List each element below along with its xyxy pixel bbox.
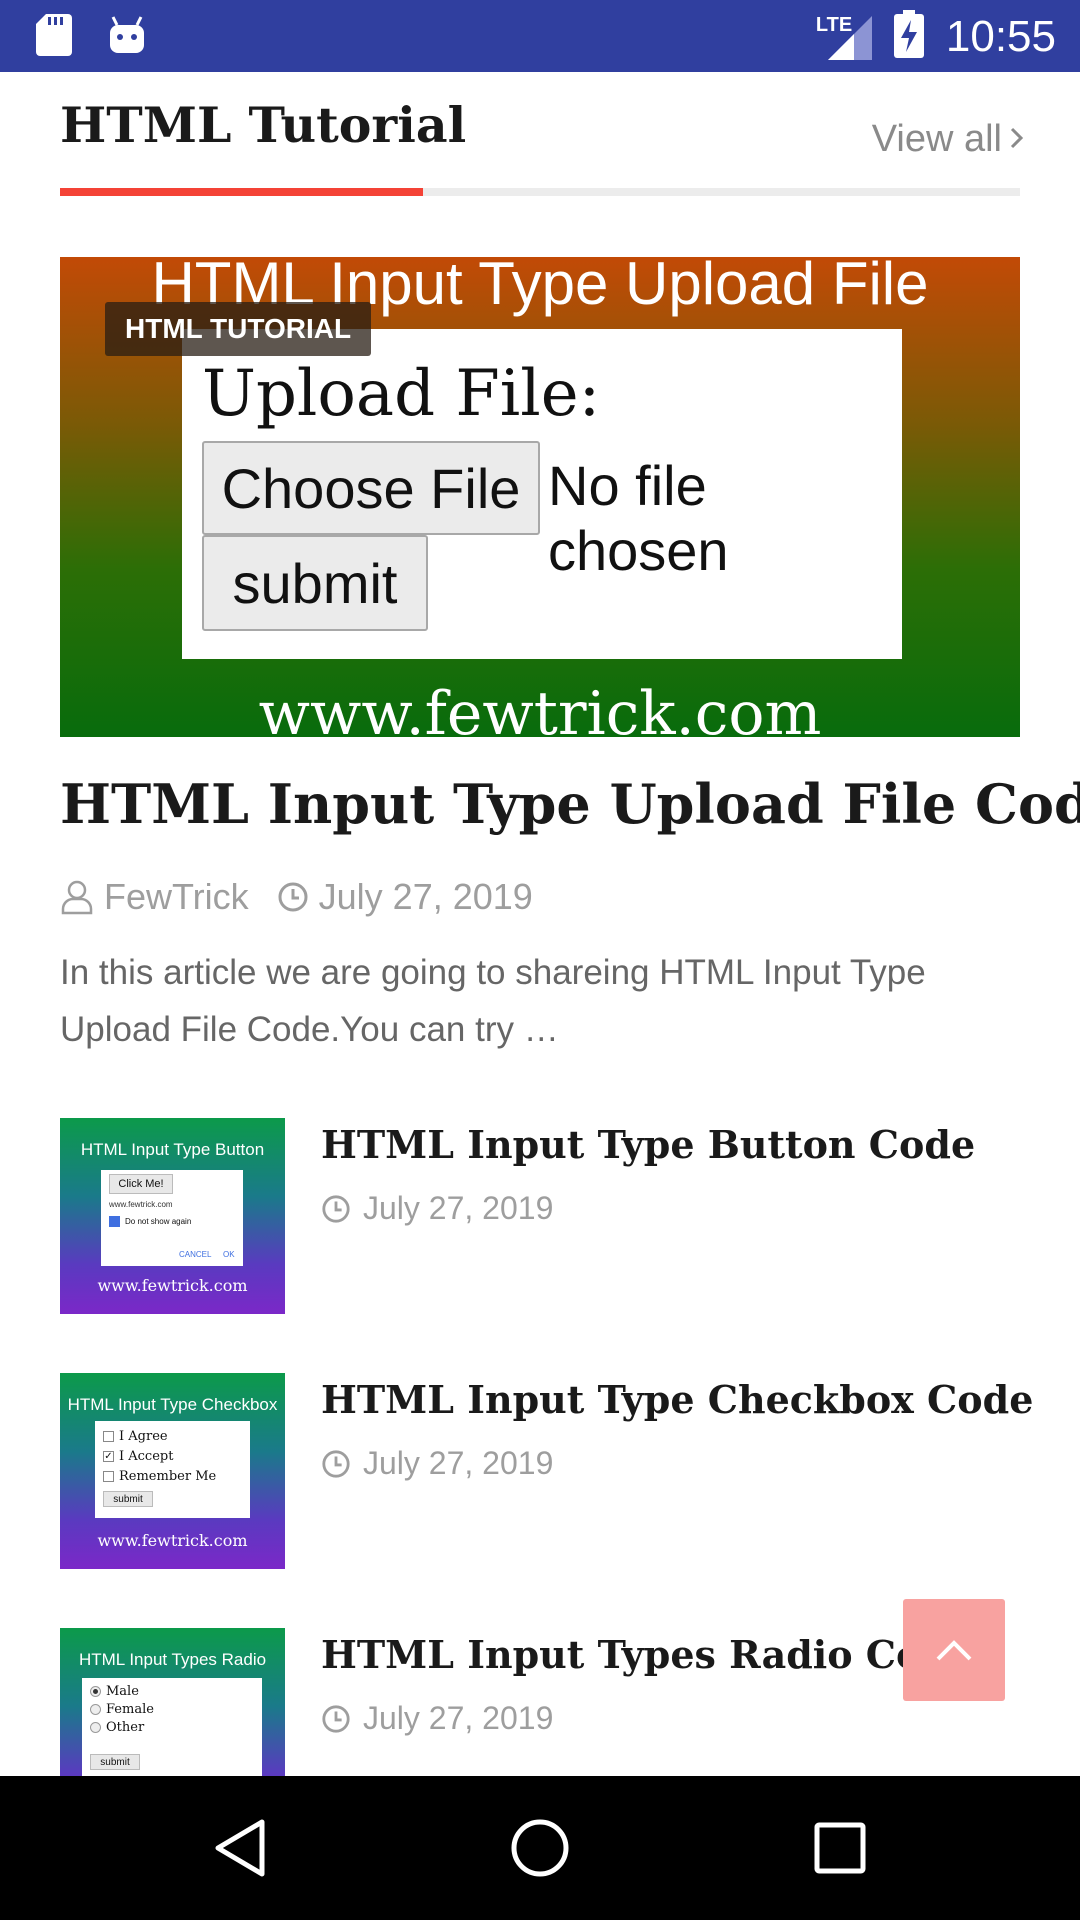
clock-icon (321, 1449, 351, 1479)
sd-card-icon (36, 14, 72, 61)
clock-icon (321, 1704, 351, 1734)
section-title: HTML Tutorial (60, 96, 467, 154)
chevron-up-icon (934, 1638, 974, 1662)
author-name[interactable]: FewTrick (104, 876, 249, 918)
thumb-site-small: www.fewtrick.com (109, 1200, 173, 1209)
thumb-submit: submit (90, 1754, 140, 1770)
thumb-panel: Click Me! www.fewtrick.com Do not show a… (101, 1170, 243, 1266)
featured-image-submit: submit (202, 535, 428, 631)
list-item[interactable]: HTML Input Type Checkbox I Agree ✓ I Acce… (60, 1373, 1033, 1569)
clock-icon (321, 1194, 351, 1224)
featured-post-excerpt: In this article we are going to shareing… (60, 953, 926, 1049)
thumb-cancel: CANCEL (179, 1250, 212, 1259)
thumb-check-label: Do not show again (125, 1217, 192, 1226)
post-date: July 27, 2019 (318, 876, 533, 917)
user-icon (60, 879, 94, 915)
thumb-option-label: Remember Me (119, 1469, 217, 1484)
featured-post-meta: FewTrick July 27, 2019 (60, 876, 533, 918)
clock: 10:55 (945, 11, 1056, 61)
post-thumbnail[interactable]: HTML Input Types Radio Male Female Other… (60, 1628, 285, 1776)
signal-icon: LTE (816, 14, 872, 60)
android-icon (108, 15, 146, 60)
clock-icon (277, 881, 309, 913)
post-meta: July 27, 2019 (321, 1445, 553, 1482)
post-title[interactable]: HTML Input Type Checkbox Code (321, 1377, 1033, 1422)
post-date: July 27, 2019 (363, 1190, 554, 1226)
post-thumbnail[interactable]: HTML Input Type Button Click Me! www.few… (60, 1118, 285, 1314)
thumb-ok: OK (223, 1250, 235, 1259)
thumb-title: HTML Input Type Button (80, 1140, 265, 1159)
thumb-site: www.fewtrick.com (97, 1276, 248, 1295)
list-item[interactable]: HTML Input Type Button Click Me! www.few… (60, 1118, 1020, 1314)
featured-image-form-label: Upload File: (202, 357, 601, 431)
thumb-button: Click Me! (109, 1174, 173, 1194)
radio-icon (90, 1704, 101, 1715)
view-all-label: View all (871, 118, 1002, 160)
post-thumbnail[interactable]: HTML Input Type Checkbox I Agree ✓ I Acce… (60, 1373, 285, 1569)
post-date: July 27, 2019 (363, 1700, 554, 1736)
checkbox-checked-icon: ✓ (103, 1451, 114, 1462)
post-date: July 27, 2019 (363, 1445, 554, 1481)
featured-image-site: www.fewtrick.com (258, 679, 822, 737)
thumb-site: www.fewtrick.com (97, 1531, 248, 1550)
thumb-panel: I Agree ✓ I Accept Remember Me submit (95, 1421, 250, 1518)
thumb-option-label: Male (106, 1684, 139, 1699)
checkbox-icon (103, 1431, 114, 1442)
post-title[interactable]: HTML Input Types Radio Code (321, 1632, 972, 1677)
thumb-submit: submit (103, 1491, 153, 1507)
radio-icon (90, 1722, 101, 1733)
thumb-option: Other (90, 1720, 144, 1735)
view-all-link[interactable]: View all (872, 118, 1024, 161)
home-nav-button[interactable] (504, 1812, 576, 1884)
recents-nav-button[interactable] (804, 1812, 876, 1884)
checkbox-checked-icon (109, 1216, 120, 1227)
thumb-title: HTML Input Type Checkbox (67, 1395, 278, 1414)
list-item[interactable]: HTML Input Types Radio Male Female Other… (60, 1628, 1020, 1776)
home-circle-icon (510, 1818, 570, 1878)
thumb-option: Female (90, 1702, 154, 1717)
navigation-bar (0, 1776, 1080, 1920)
thumb-option-label: Other (106, 1720, 145, 1735)
post-meta: July 27, 2019 (321, 1700, 553, 1737)
featured-image-form-panel: Upload File: Choose File No file chosen … (182, 329, 902, 659)
post-meta: July 27, 2019 (321, 1190, 553, 1227)
back-triangle-icon (212, 1818, 268, 1878)
radio-selected-icon (90, 1686, 101, 1697)
thumb-option-label: I Agree (119, 1429, 168, 1444)
thumb-option: Remember Me (103, 1469, 216, 1484)
thumb-title: HTML Input Types Radio (78, 1650, 267, 1669)
thumb-option: I Agree (103, 1429, 168, 1444)
chevron-right-icon (1010, 118, 1024, 161)
thumb-option: Male (90, 1684, 139, 1699)
featured-image-choose-file: Choose File (202, 441, 540, 535)
checkbox-icon (103, 1471, 114, 1482)
category-badge[interactable]: HTML TUTORIAL (105, 302, 372, 356)
back-to-top-button[interactable] (903, 1599, 1005, 1701)
status-bar: LTE 10:55 (0, 0, 1080, 72)
featured-post-title[interactable]: HTML Input Type Upload File Code (60, 772, 1080, 836)
battery-charging-icon (893, 10, 924, 63)
thumb-panel: Male Female Other submit (82, 1678, 262, 1776)
back-nav-button[interactable] (204, 1812, 276, 1884)
thumb-option-label: I Accept (119, 1449, 174, 1464)
section-divider (60, 188, 1020, 196)
post-title[interactable]: HTML Input Type Button Code (321, 1122, 975, 1167)
section-divider-accent (60, 188, 423, 196)
thumb-option: ✓ I Accept (103, 1449, 173, 1464)
featured-image-no-file: No file chosen (548, 454, 729, 582)
thumb-check-row: Do not show again (109, 1216, 191, 1227)
recents-square-icon (813, 1821, 867, 1875)
thumb-option-label: Female (106, 1702, 154, 1717)
